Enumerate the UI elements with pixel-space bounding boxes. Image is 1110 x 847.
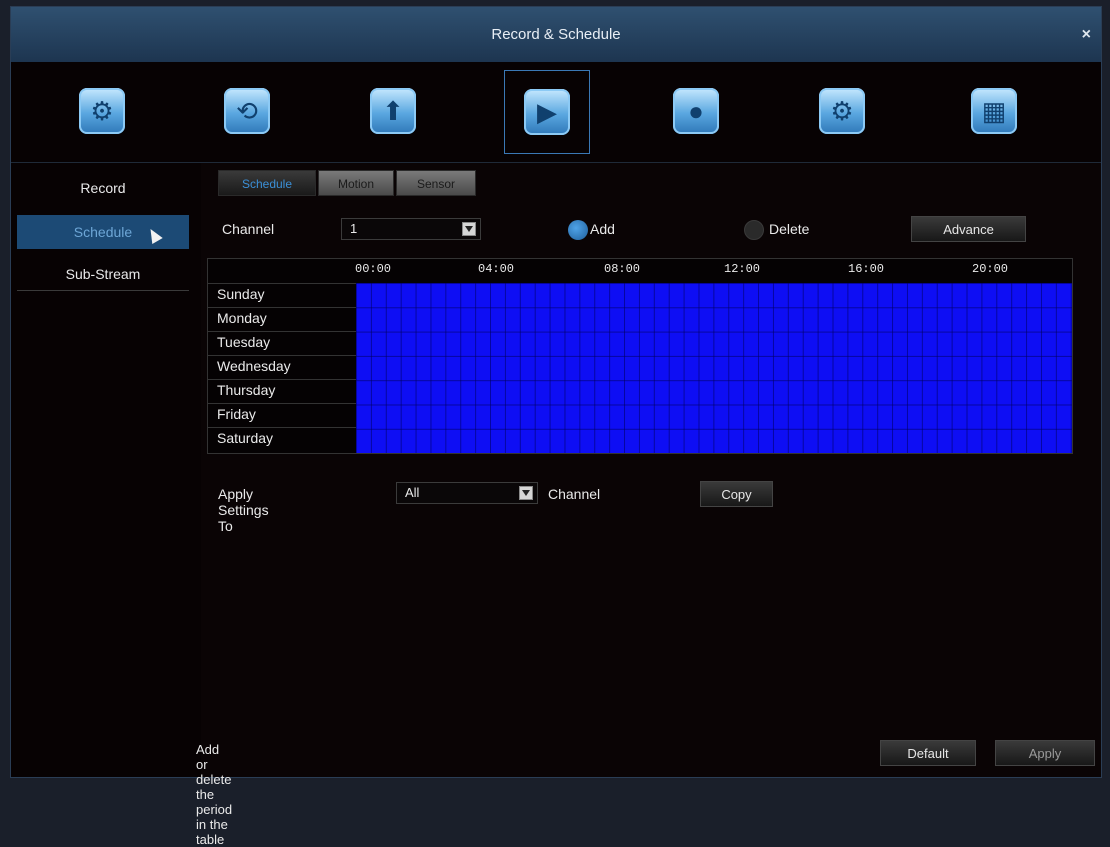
chevron-down-icon [519, 486, 533, 500]
schedule-hour-header: 00:00 04:00 08:00 12:00 16:00 20:00 [208, 259, 1072, 279]
apply-settings-label: Apply Settings To [218, 486, 269, 534]
copy-button[interactable]: Copy [700, 481, 773, 507]
day-row-label: Saturday [208, 427, 356, 449]
apply-settings-select[interactable]: All [396, 482, 538, 504]
settings-gear-icon: ⚙ [79, 88, 125, 134]
delete-radio[interactable] [744, 220, 764, 240]
toolbar-playback[interactable]: ⟲ [205, 70, 291, 154]
add-radio[interactable] [568, 220, 588, 240]
close-icon[interactable]: × [1082, 7, 1091, 62]
hour-label: 04:00 [478, 262, 515, 276]
toolbar-advanced[interactable]: ⚙ [800, 70, 886, 154]
toolbar-record[interactable]: ▶ [504, 70, 590, 154]
hour-label: 16:00 [848, 262, 885, 276]
toolbar-settings[interactable]: ⚙ [60, 70, 146, 154]
apply-button[interactable]: Apply [995, 740, 1095, 766]
day-row-label: Tuesday [208, 331, 356, 353]
day-row-label: Thursday [208, 379, 356, 401]
hour-label: 00:00 [355, 262, 392, 276]
channel-suffix-label: Channel [548, 486, 601, 502]
apply-settings-value: All [405, 485, 420, 500]
day-row-label: Monday [208, 307, 356, 329]
default-button[interactable]: Default [880, 740, 976, 766]
advanced-settings-icon: ⚙ [819, 88, 865, 134]
sidebar-item-sub-stream[interactable]: Sub-Stream [17, 257, 189, 291]
schedule-grid[interactable] [356, 283, 1072, 453]
title-bar: Record & Schedule × [11, 7, 1101, 62]
channel-label: Channel [222, 221, 275, 237]
sidebar: Record Schedule Sub-Stream [11, 163, 201, 777]
chevron-down-icon [462, 222, 476, 236]
day-row-label: Wednesday [208, 355, 356, 377]
hour-label: 20:00 [972, 262, 1009, 276]
schedule-table: 00:00 04:00 08:00 12:00 16:00 20:00 Sund… [207, 258, 1073, 454]
tab-motion[interactable]: Motion [318, 170, 394, 196]
sidebar-item-schedule[interactable]: Schedule [17, 215, 189, 249]
sidebar-item-record[interactable]: Record [17, 171, 189, 205]
upload-icon: ⬆ [370, 88, 416, 134]
day-row-label: Friday [208, 403, 356, 425]
alarm-siren-icon: ● [673, 88, 719, 134]
hint-text: Add or delete the period in the table [196, 742, 233, 847]
delete-label: Delete [769, 221, 810, 237]
main-toolbar: ⚙ ⟲ ⬆ ▶ ● ⚙ ▦ [11, 62, 1101, 163]
advance-button[interactable]: Advance [911, 216, 1026, 242]
camera-record-icon: ▶ [524, 89, 570, 135]
add-label: Add [590, 221, 615, 237]
info-icon: ▦ [971, 88, 1017, 134]
channel-value: 1 [350, 221, 358, 236]
toolbar-upload[interactable]: ⬆ [351, 70, 437, 154]
playback-icon: ⟲ [224, 88, 270, 134]
hour-label: 12:00 [724, 262, 761, 276]
tab-schedule[interactable]: Schedule [218, 170, 316, 196]
toolbar-info[interactable]: ▦ [952, 70, 1038, 154]
hour-label: 08:00 [604, 262, 641, 276]
tab-sensor[interactable]: Sensor [396, 170, 476, 196]
window-title: Record & Schedule [491, 26, 621, 43]
toolbar-alarm[interactable]: ● [654, 70, 740, 154]
day-row-label: Sunday [208, 283, 356, 305]
channel-select[interactable]: 1 [341, 218, 481, 240]
